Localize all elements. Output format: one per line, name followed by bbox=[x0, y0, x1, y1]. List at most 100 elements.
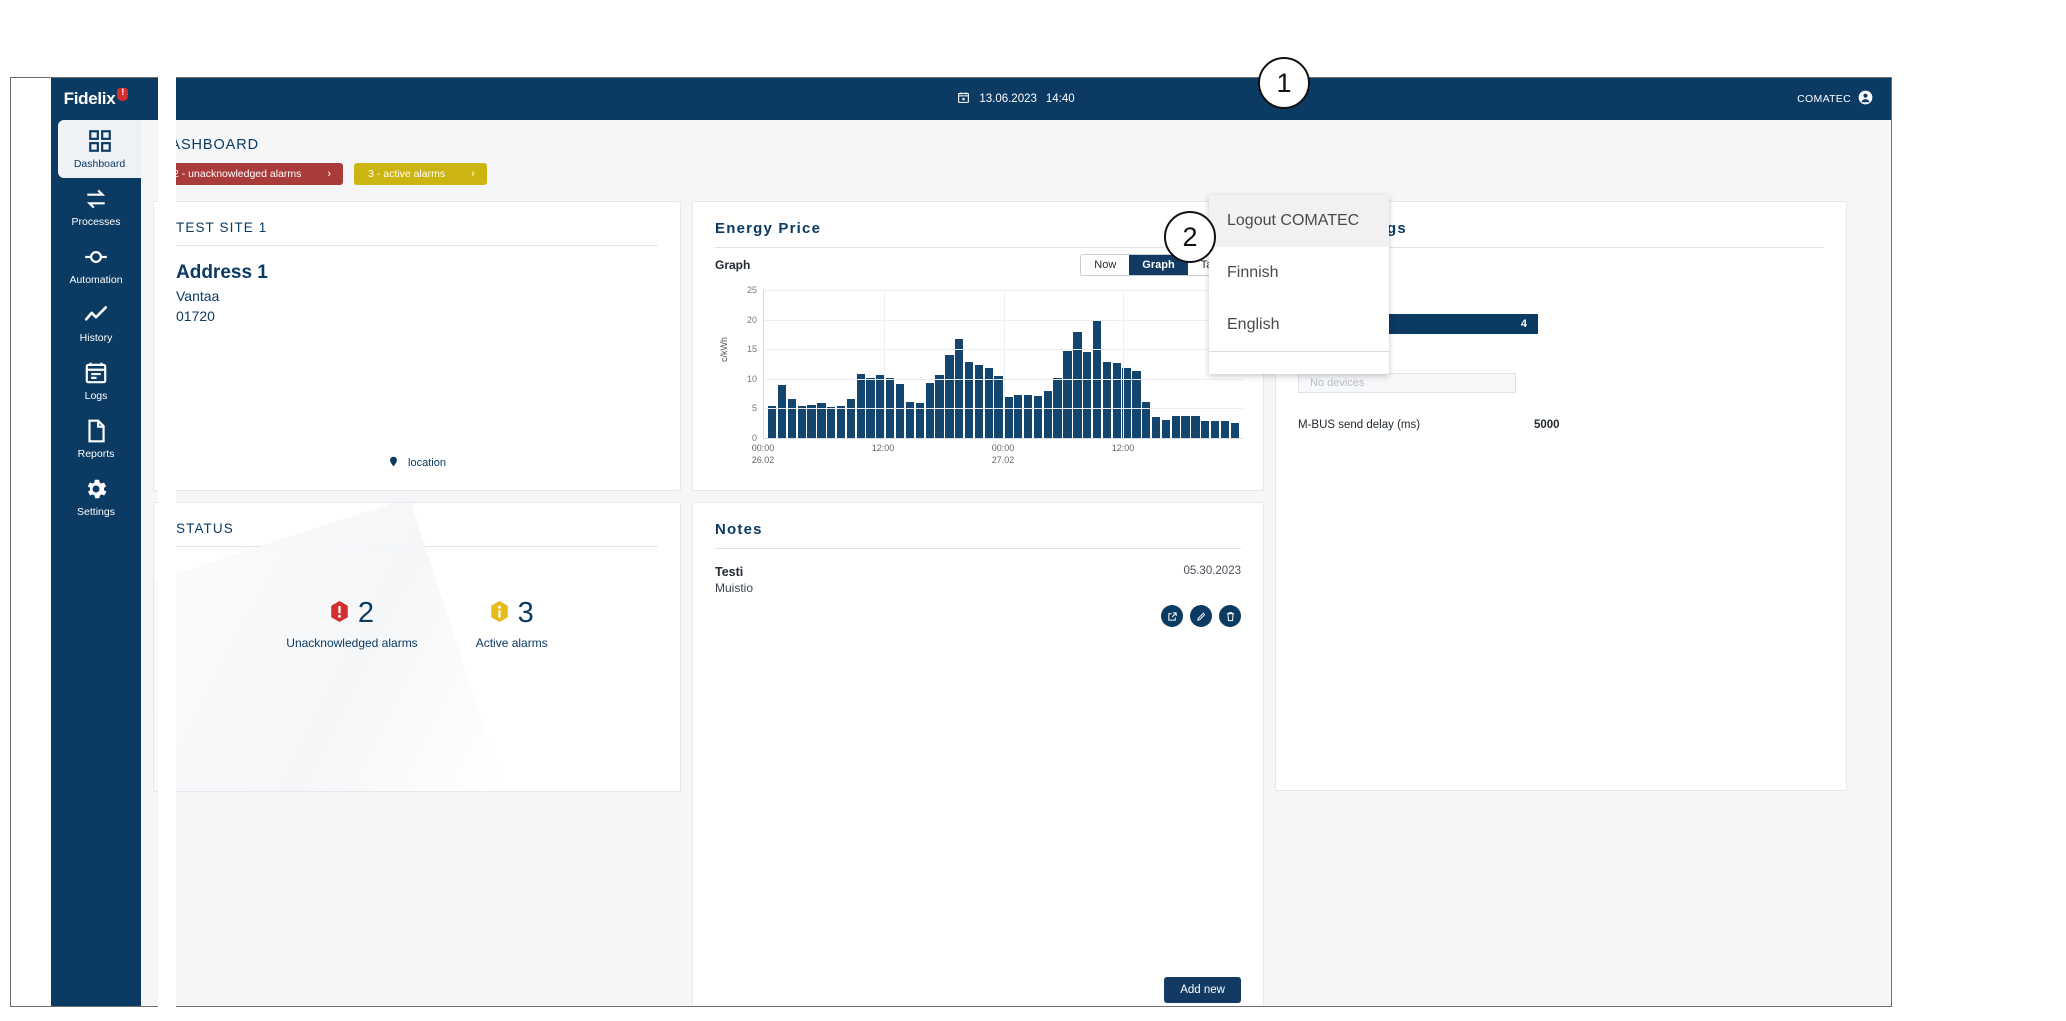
app-logo: Fidelix bbox=[51, 78, 141, 120]
stat-value: 3 bbox=[517, 597, 534, 629]
x-tick-label: 00:00 26.02 bbox=[751, 443, 775, 466]
sidebar-item-reports[interactable]: Reports bbox=[51, 410, 141, 468]
y-tick-label: 10 bbox=[746, 373, 757, 384]
journal-icon bbox=[83, 360, 109, 386]
chart-bar bbox=[1201, 420, 1210, 438]
callout-marker-1: 1 bbox=[1258, 57, 1310, 109]
sidebar-item-history[interactable]: History bbox=[51, 294, 141, 352]
calendar-icon bbox=[957, 91, 970, 107]
site-location-link[interactable]: location bbox=[154, 454, 680, 472]
chart-bar bbox=[777, 384, 787, 438]
sidebar-item-label: Logs bbox=[84, 390, 108, 402]
chart-bar bbox=[856, 374, 865, 438]
chart-bar bbox=[846, 398, 856, 438]
notes-card: Notes Testi Muistio 05.30.2023 Add new bbox=[692, 502, 1264, 1006]
user-name: COMATEC bbox=[1797, 93, 1851, 105]
unacknowledged-alarms-stat[interactable]: 2 Unacknowledged alarms bbox=[286, 599, 418, 651]
chart-bar bbox=[1151, 417, 1161, 438]
chart-bar bbox=[1102, 361, 1112, 438]
chart-bar bbox=[994, 376, 1003, 438]
address-line-3: 01720 bbox=[176, 308, 215, 325]
no-devices-field: No devices bbox=[1298, 373, 1516, 393]
chart-bar bbox=[1161, 419, 1171, 438]
alarm-chip-bar: 2 - unacknowledged alarms › 3 - active a… bbox=[159, 163, 1873, 185]
chart-bar bbox=[945, 354, 954, 438]
chip-label: 2 - unacknowledged alarms bbox=[173, 168, 302, 180]
gridline-vertical bbox=[1123, 290, 1125, 438]
chart-bar bbox=[836, 406, 846, 438]
location-label: location bbox=[408, 457, 446, 469]
main-area: 13.06.2023 14:40 COMATEC DASHBOARD 2 - u… bbox=[141, 78, 1891, 1006]
chart-bar bbox=[1063, 350, 1072, 438]
sidebar-item-processes[interactable]: Processes bbox=[51, 178, 141, 236]
chart-plot-area bbox=[763, 290, 1243, 439]
chart-bar bbox=[1210, 421, 1220, 438]
active-alarms-chip[interactable]: 3 - active alarms › bbox=[354, 163, 487, 185]
note-body: Muistio bbox=[715, 581, 754, 595]
logo-alert-badge-icon bbox=[117, 86, 129, 101]
chart-bar bbox=[1083, 351, 1092, 438]
screenshot-root: Fidelix Dashboard Processes A bbox=[0, 0, 2066, 1021]
trash-delete-icon[interactable] bbox=[1219, 605, 1241, 627]
sidebar-item-automation[interactable]: Automation bbox=[51, 236, 141, 294]
dashboard-column-left: TEST SITE 1 Address 1 Vantaa 01720 locat… bbox=[153, 201, 681, 792]
chart-bar bbox=[964, 361, 974, 438]
y-axis-title: c/kWh bbox=[719, 336, 729, 362]
y-tick-label: 15 bbox=[746, 344, 757, 355]
chart-bar bbox=[1033, 395, 1043, 438]
chart-bar bbox=[1014, 395, 1023, 438]
chart-bar bbox=[974, 364, 984, 438]
user-dropdown-menu: Logout COMATEC Finnish English bbox=[1209, 195, 1389, 374]
y-axis-ticks: 0 5 10 15 20 25 bbox=[731, 285, 757, 443]
chart-bar bbox=[1230, 423, 1239, 438]
occlusion-band bbox=[158, 0, 176, 1021]
account-circle-icon bbox=[1858, 90, 1873, 108]
alarm-hexagon-red-icon bbox=[330, 600, 349, 627]
chart-bar bbox=[895, 384, 905, 438]
sidebar: Fidelix Dashboard Processes A bbox=[51, 78, 141, 1006]
menu-item-finnish[interactable]: Finnish bbox=[1209, 247, 1389, 299]
x-tick-label: 12:00 bbox=[1111, 443, 1135, 453]
trendline-icon bbox=[83, 302, 109, 328]
sidebar-item-logs[interactable]: Logs bbox=[51, 352, 141, 410]
chart-bar bbox=[1220, 421, 1230, 438]
chart-bar bbox=[827, 407, 836, 438]
menu-footer bbox=[1209, 352, 1389, 374]
chart-bar bbox=[955, 338, 964, 438]
valve-icon bbox=[83, 244, 109, 270]
logo-text: Fidelix bbox=[63, 89, 116, 108]
stat-label: Unacknowledged alarms bbox=[286, 636, 418, 650]
note-title: Testi bbox=[715, 565, 744, 579]
gridline-vertical bbox=[1003, 290, 1005, 438]
pencil-edit-icon[interactable] bbox=[1190, 605, 1212, 627]
x-axis-ticks: 00:00 26.02 12:00 00:00 27.02 12:00 bbox=[752, 442, 1243, 472]
gridline-vertical bbox=[883, 290, 885, 438]
y-tick-label: 5 bbox=[751, 403, 757, 414]
grid-icon bbox=[87, 128, 113, 154]
add-new-note-button[interactable]: Add new bbox=[1164, 977, 1241, 1003]
mbus-send-delay-row: M-BUS send delay (ms) 5000 bbox=[1298, 419, 1824, 431]
chart-bar bbox=[768, 406, 777, 438]
open-external-icon[interactable] bbox=[1161, 605, 1183, 627]
menu-item-english[interactable]: English bbox=[1209, 299, 1389, 351]
unacknowledged-alarms-chip[interactable]: 2 - unacknowledged alarms › bbox=[159, 163, 344, 185]
divider bbox=[715, 247, 1241, 248]
site-card-title: TEST SITE 1 bbox=[176, 220, 268, 235]
chart-bar bbox=[1004, 397, 1013, 438]
content-area: DASHBOARD 2 - unacknowledged alarms › 3 … bbox=[141, 120, 1891, 1006]
modules-count: 4 bbox=[1520, 318, 1527, 330]
user-menu-button[interactable]: COMATEC bbox=[1797, 78, 1873, 120]
sidebar-item-settings[interactable]: Settings bbox=[51, 468, 141, 526]
map-pin-icon bbox=[388, 454, 399, 472]
sidebar-item-label: Processes bbox=[71, 216, 121, 228]
toggle-option-now[interactable]: Now bbox=[1081, 255, 1129, 275]
y-tick-label: 25 bbox=[746, 285, 757, 295]
menu-item-logout[interactable]: Logout COMATEC bbox=[1209, 195, 1389, 247]
chart-bar bbox=[1171, 416, 1180, 438]
active-alarms-stat[interactable]: 3 Active alarms bbox=[476, 597, 548, 651]
address-line-1: Address 1 bbox=[176, 262, 268, 283]
sidebar-item-dashboard[interactable]: Dashboard bbox=[58, 120, 141, 178]
x-tick-label: 12:00 bbox=[871, 443, 895, 453]
mbus-label: M-BUS send delay (ms) bbox=[1298, 419, 1421, 431]
chart-bar bbox=[1132, 370, 1141, 438]
